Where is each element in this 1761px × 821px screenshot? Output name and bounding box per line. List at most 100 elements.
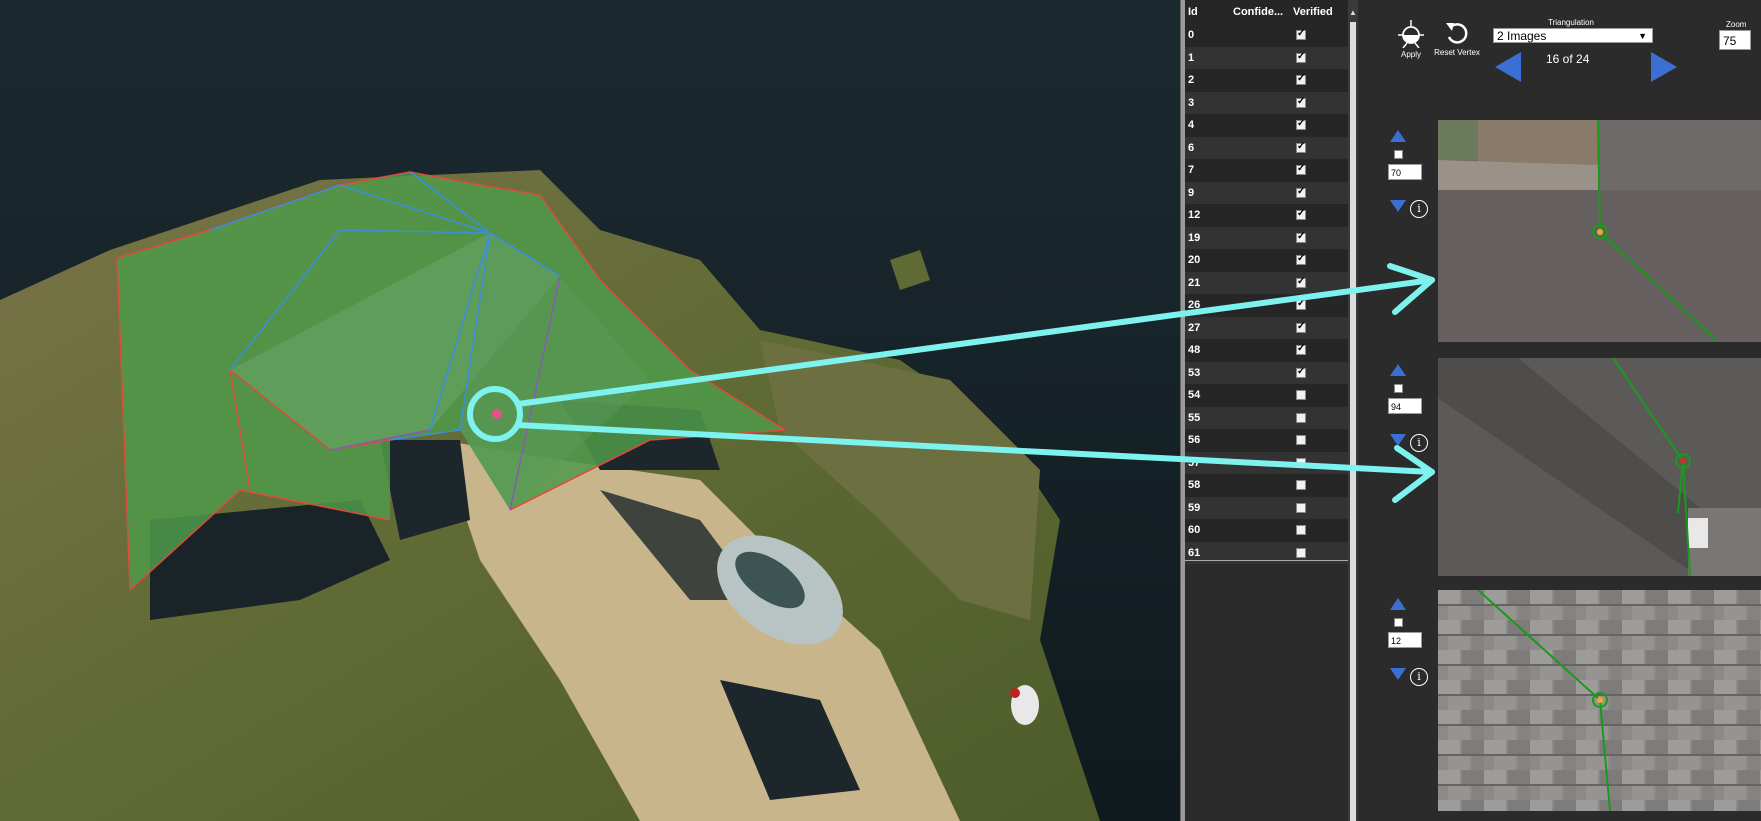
verified-checkbox[interactable] — [1296, 186, 1306, 198]
verified-checkbox[interactable] — [1296, 502, 1306, 513]
image-controls-3: 12 i — [1388, 598, 1428, 708]
verified-checkbox[interactable] — [1296, 547, 1306, 558]
table-row[interactable]: 1 — [1185, 46, 1348, 69]
verified-checkbox[interactable] — [1296, 390, 1306, 400]
vertex-id: 48 — [1188, 344, 1201, 356]
image-value-input[interactable]: 12 — [1388, 632, 1422, 648]
table-row[interactable]: 3 — [1185, 91, 1348, 114]
zoom-input[interactable]: 75 — [1719, 30, 1751, 50]
table-divider — [1185, 560, 1348, 561]
table-row[interactable]: 9 — [1185, 181, 1348, 204]
triangulation-select[interactable]: 2 Images ▼ — [1493, 28, 1653, 43]
verified-checkbox[interactable] — [1296, 231, 1306, 243]
column-header-verified[interactable]: Verified — [1293, 6, 1333, 18]
table-header: Id Confide... Verified — [1185, 0, 1348, 24]
table-row[interactable]: 60 — [1185, 519, 1348, 542]
reset-vertex-button[interactable]: Reset Vertex — [1431, 20, 1483, 57]
verified-checkbox[interactable] — [1296, 28, 1306, 40]
image-thumbnail-3[interactable] — [1438, 590, 1761, 811]
vertex-id: 26 — [1188, 299, 1201, 311]
verified-checkbox[interactable] — [1296, 208, 1306, 220]
3d-viewport[interactable] — [0, 0, 1180, 821]
move-up-icon[interactable] — [1390, 598, 1406, 610]
zoom-label: Zoom — [1726, 20, 1747, 29]
info-icon[interactable]: i — [1410, 668, 1428, 686]
image-value-input[interactable]: 70 — [1388, 164, 1422, 180]
table-row[interactable]: 54 — [1185, 384, 1348, 407]
vertex-id: 56 — [1188, 434, 1201, 446]
table-row[interactable]: 21 — [1185, 271, 1348, 294]
prev-arrow-icon[interactable] — [1495, 52, 1521, 82]
move-down-icon[interactable] — [1390, 668, 1406, 680]
table-row[interactable]: 59 — [1185, 496, 1348, 519]
table-row[interactable]: 4 — [1185, 114, 1348, 137]
vertex-marker — [1597, 229, 1603, 235]
table-row[interactable]: 2 — [1185, 69, 1348, 92]
verified-checkbox[interactable] — [1296, 298, 1306, 310]
vertex-marker — [1597, 697, 1603, 703]
image-thumbnail-1[interactable] — [1438, 120, 1761, 342]
image-value-input[interactable]: 94 — [1388, 398, 1422, 414]
verified-checkbox[interactable] — [1296, 51, 1306, 63]
column-header-confidence[interactable]: Confide... — [1233, 6, 1283, 18]
image-checkbox[interactable] — [1394, 150, 1403, 159]
table-row[interactable]: 6 — [1185, 136, 1348, 159]
vertex-id: 61 — [1188, 546, 1201, 559]
verified-checkbox[interactable] — [1296, 321, 1306, 333]
table-row[interactable]: 55 — [1185, 406, 1348, 429]
table-row[interactable]: 58 — [1185, 474, 1348, 497]
info-icon[interactable]: i — [1410, 434, 1428, 452]
table-row[interactable]: 20 — [1185, 249, 1348, 272]
move-down-icon[interactable] — [1390, 434, 1406, 446]
vertex-id: 6 — [1188, 141, 1195, 154]
info-icon[interactable]: i — [1410, 200, 1428, 218]
move-down-icon[interactable] — [1390, 200, 1406, 212]
table-row[interactable]: 26 — [1185, 294, 1348, 317]
scroll-thumb[interactable] — [1350, 22, 1356, 821]
table-row[interactable]: 53 — [1185, 361, 1348, 384]
table-row[interactable]: 27 — [1185, 316, 1348, 339]
verified-checkbox[interactable] — [1296, 276, 1306, 288]
table-row[interactable]: 0 — [1185, 24, 1348, 47]
verified-checkbox[interactable] — [1296, 366, 1306, 378]
verified-checkbox[interactable] — [1296, 141, 1306, 153]
vertex-id: 3 — [1188, 96, 1195, 109]
page-count: 16 of 24 — [1546, 52, 1590, 66]
verified-checkbox[interactable] — [1296, 118, 1306, 130]
verified-checkbox[interactable] — [1296, 480, 1306, 490]
verified-checkbox[interactable] — [1296, 96, 1306, 108]
table-row[interactable]: 56 — [1185, 429, 1348, 452]
verified-checkbox[interactable] — [1296, 435, 1306, 445]
table-row[interactable]: 48 — [1185, 339, 1348, 362]
verified-checkbox[interactable] — [1296, 73, 1306, 85]
move-up-icon[interactable] — [1390, 364, 1406, 376]
vertex-id: 57 — [1188, 456, 1201, 469]
point-cloud-scene[interactable] — [0, 0, 1180, 821]
verified-checkbox[interactable] — [1296, 253, 1306, 265]
table-scrollbar[interactable]: ▲ — [1348, 0, 1358, 821]
scroll-up-icon[interactable]: ▲ — [1348, 8, 1358, 18]
table-row[interactable]: 19 — [1185, 226, 1348, 249]
column-header-id[interactable]: Id — [1188, 6, 1198, 18]
verified-checkbox[interactable] — [1296, 163, 1306, 175]
vertex-id: 1 — [1188, 51, 1195, 64]
image-thumbnail-2[interactable] — [1438, 358, 1761, 576]
table-row[interactable]: 12 — [1185, 204, 1348, 227]
vertex-id: 7 — [1188, 164, 1195, 176]
vertex-id: 27 — [1188, 321, 1201, 334]
verified-checkbox[interactable] — [1296, 412, 1306, 423]
table-row[interactable]: 7 — [1185, 159, 1348, 182]
verified-checkbox[interactable] — [1296, 525, 1306, 535]
apply-button[interactable]: Apply — [1394, 20, 1428, 59]
move-up-icon[interactable] — [1390, 130, 1406, 142]
table-row[interactable]: 57 — [1185, 451, 1348, 474]
verified-checkbox[interactable] — [1296, 343, 1306, 355]
image-controls-2: 94 i — [1388, 364, 1428, 474]
next-arrow-icon[interactable] — [1651, 52, 1677, 82]
image-checkbox[interactable] — [1394, 618, 1403, 627]
verified-checkbox[interactable] — [1296, 457, 1306, 468]
vertex-id: 54 — [1188, 389, 1201, 401]
vertex-id: 53 — [1188, 366, 1201, 379]
image-checkbox[interactable] — [1394, 384, 1403, 393]
vertex-id: 12 — [1188, 209, 1201, 221]
